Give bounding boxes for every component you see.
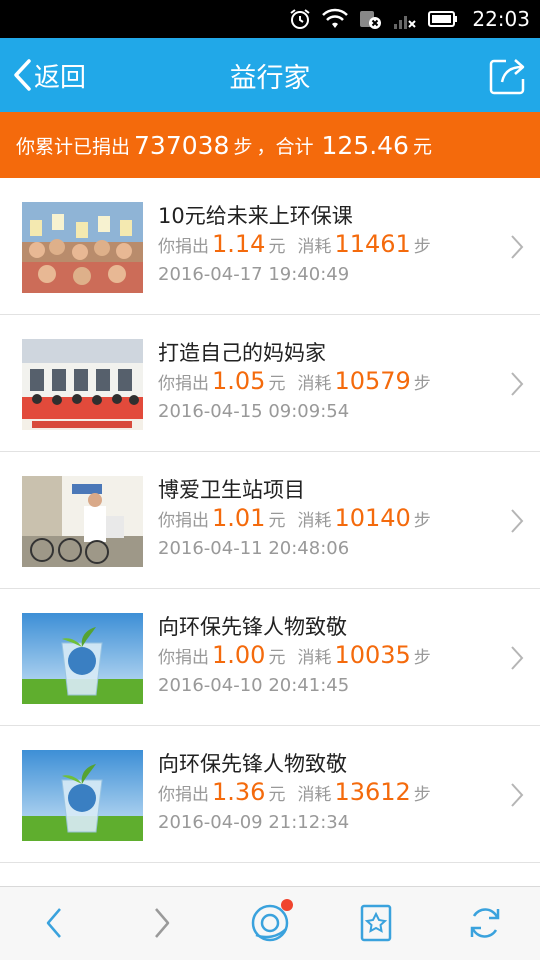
donated-label: 你捐出 xyxy=(158,374,209,394)
wifi-icon xyxy=(322,7,349,31)
consumed-steps: 10035 xyxy=(334,641,411,669)
donated-amount: 1.00 xyxy=(212,641,266,669)
consumed-label: 消耗 xyxy=(297,648,332,668)
back-button[interactable]: 返回 xyxy=(12,38,86,112)
project-title: 打造自己的妈妈家 xyxy=(158,341,326,365)
project-title: 向环保先锋人物致敬 xyxy=(158,615,347,639)
donated-label: 你捐出 xyxy=(158,785,209,805)
chevron-right-icon xyxy=(511,235,524,259)
donated-amount: 1.36 xyxy=(212,778,266,806)
yuan-unit: 元 xyxy=(268,374,286,394)
donation-stats: 你捐出 1.01 元 消耗 10140 步 xyxy=(158,504,431,532)
project-thumbnail xyxy=(22,750,143,841)
status-time: 22:03 xyxy=(472,7,530,31)
summary-prefix: 你累计已捐出 xyxy=(16,135,131,158)
donated-label: 你捐出 xyxy=(158,237,209,257)
donation-time: 2016-04-10 20:41:45 xyxy=(158,675,350,696)
forward-arrow-icon xyxy=(155,908,170,938)
signal-icon xyxy=(392,7,418,31)
yuan-unit: 元 xyxy=(268,785,286,805)
browser-toolbar xyxy=(0,886,540,960)
donation-time: 2016-04-17 19:40:49 xyxy=(158,264,350,285)
donation-stats: 你捐出 1.00 元 消耗 10035 步 xyxy=(158,641,431,669)
summary-amount-unit: 元 xyxy=(412,135,432,158)
back-label: 返回 xyxy=(34,62,87,93)
consumed-steps: 10140 xyxy=(334,504,411,532)
donation-time: 2016-04-11 20:48:06 xyxy=(158,538,350,559)
share-icon xyxy=(489,59,525,95)
chevron-right-icon xyxy=(511,646,524,670)
donation-time: 2016-04-09 21:12:34 xyxy=(158,812,350,833)
share-button[interactable] xyxy=(488,55,528,95)
list-item[interactable]: 向环保先锋人物致敬 你捐出 1.00 元 消耗 10035 步 2016-04-… xyxy=(0,589,540,726)
qq-browser-icon xyxy=(251,899,293,942)
browser-forward-button[interactable] xyxy=(142,903,182,943)
list-item[interactable]: 10元给未来上环保课 你捐出 1.14 元 消耗 11461 步 2016-04… xyxy=(0,178,540,315)
chevron-right-icon xyxy=(511,509,524,533)
steps-unit: 步 xyxy=(413,648,431,668)
donated-label: 你捐出 xyxy=(158,511,209,531)
summary-steps-unit: 步 xyxy=(233,135,253,158)
chevron-right-icon xyxy=(511,372,524,396)
chevron-right-icon xyxy=(511,783,524,807)
consumed-steps: 10579 xyxy=(334,367,411,395)
steps-unit: 步 xyxy=(413,785,431,805)
donation-summary: 你累计已捐出 737038 步 ，合计 125.46 元 xyxy=(0,112,540,178)
status-bar: 22:03 xyxy=(0,0,540,38)
nav-bar: 返回 益行家 xyxy=(0,38,540,112)
consumed-label: 消耗 xyxy=(297,511,332,531)
list-item[interactable]: 博爱卫生站项目 你捐出 1.01 元 消耗 10140 步 2016-04-11… xyxy=(0,452,540,589)
summary-steps: 737038 xyxy=(134,130,230,160)
battery-icon xyxy=(428,7,458,31)
refresh-icon xyxy=(470,908,500,938)
bookmark-button[interactable] xyxy=(356,903,396,943)
donated-amount: 1.14 xyxy=(212,230,266,258)
yuan-unit: 元 xyxy=(268,237,286,257)
chevron-left-icon xyxy=(14,59,31,91)
yuan-unit: 元 xyxy=(268,511,286,531)
steps-unit: 步 xyxy=(413,374,431,394)
consumed-label: 消耗 xyxy=(297,785,332,805)
donated-amount: 1.05 xyxy=(212,367,266,395)
alarm-icon xyxy=(288,7,312,31)
project-title: 博爱卫生站项目 xyxy=(158,478,305,502)
yuan-unit: 元 xyxy=(268,648,286,668)
consumed-label: 消耗 xyxy=(297,374,332,394)
project-title: 10元给未来上环保课 xyxy=(158,204,353,228)
donation-stats: 你捐出 1.05 元 消耗 10579 步 xyxy=(158,367,431,395)
project-thumbnail xyxy=(22,613,143,704)
donation-stats: 你捐出 1.14 元 消耗 11461 步 xyxy=(158,230,431,258)
donation-stats: 你捐出 1.36 元 消耗 13612 步 xyxy=(158,778,431,806)
steps-unit: 步 xyxy=(413,511,431,531)
browser-home-button[interactable] xyxy=(248,897,296,945)
summary-sep: ，合计 xyxy=(256,135,314,158)
consumed-steps: 11461 xyxy=(334,230,411,258)
project-thumbnail xyxy=(22,476,143,567)
bookmark-star-icon xyxy=(360,904,392,942)
donated-amount: 1.01 xyxy=(212,504,266,532)
summary-amount: 125.46 xyxy=(321,130,409,160)
consumed-label: 消耗 xyxy=(297,237,332,257)
refresh-button[interactable] xyxy=(465,903,505,943)
project-thumbnail xyxy=(22,202,143,293)
project-thumbnail xyxy=(22,339,143,430)
donation-list: 10元给未来上环保课 你捐出 1.14 元 消耗 11461 步 2016-04… xyxy=(0,178,540,863)
project-title: 向环保先锋人物致敬 xyxy=(158,752,347,776)
browser-back-button[interactable] xyxy=(34,903,74,943)
notification-dot xyxy=(281,899,293,911)
donated-label: 你捐出 xyxy=(158,648,209,668)
list-item[interactable]: 向环保先锋人物致敬 你捐出 1.36 元 消耗 13612 步 2016-04-… xyxy=(0,726,540,863)
steps-unit: 步 xyxy=(413,237,431,257)
data-off-icon xyxy=(358,7,382,31)
donation-time: 2016-04-15 09:09:54 xyxy=(158,401,350,422)
consumed-steps: 13612 xyxy=(334,778,411,806)
list-item[interactable]: 打造自己的妈妈家 你捐出 1.05 元 消耗 10579 步 2016-04-1… xyxy=(0,315,540,452)
back-arrow-icon xyxy=(46,908,61,938)
